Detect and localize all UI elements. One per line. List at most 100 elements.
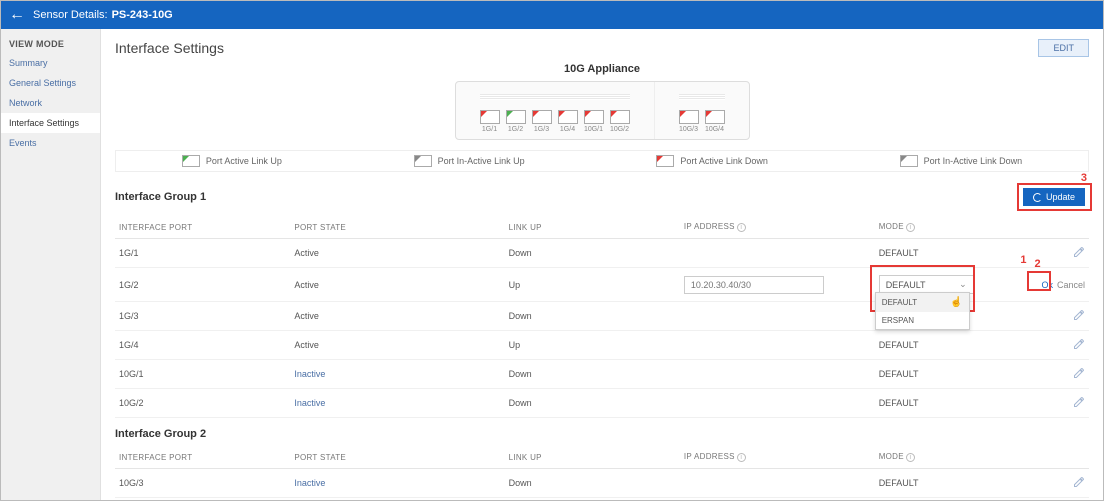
cell-state: Inactive [290, 360, 504, 389]
update-button[interactable]: Update [1023, 188, 1085, 206]
th-mode: MODEi [875, 446, 1031, 469]
cell-ip [680, 498, 875, 501]
cell-ip [680, 389, 875, 418]
cell-actions [1031, 360, 1089, 389]
dropdown-option[interactable]: ERSPAN [876, 312, 969, 329]
cell-port: 10G/3 [115, 469, 290, 498]
cell-actions [1031, 302, 1089, 331]
port-icon [656, 155, 674, 167]
th-mode: MODEi [875, 216, 1031, 239]
th-port: INTERFACE PORT [115, 216, 290, 239]
cell-mode: DEFAULT [875, 498, 1031, 501]
cell-state: Active [290, 331, 504, 360]
table-row: 1G/2 Active UpDEFAULT⌄DEFAULT☝ERSPAN1OkC… [115, 268, 1089, 302]
port-item: 10G/3 [679, 110, 699, 133]
port-label: 1G/4 [558, 126, 578, 133]
cell-port: 10G/4 [115, 498, 290, 501]
table-row: 1G/1 Active DownDEFAULT [115, 239, 1089, 268]
port-label: 10G/1 [584, 126, 604, 133]
sidebar-item-general-settings[interactable]: General Settings [1, 73, 100, 93]
cell-ip [680, 302, 875, 331]
edit-row-icon[interactable] [1073, 476, 1085, 488]
cell-link: Down [505, 469, 680, 498]
cell-link: Up [505, 268, 680, 302]
cell-ip [680, 268, 875, 302]
th-link: LINK UP [505, 446, 680, 469]
ip-input[interactable] [684, 276, 824, 294]
page-title: Interface Settings [115, 40, 224, 56]
edit-row-icon[interactable] [1073, 396, 1085, 408]
group2-table: INTERFACE PORT PORT STATE LINK UP IP ADD… [115, 446, 1089, 500]
table-row: 10G/2 Inactive DownDEFAULT [115, 389, 1089, 418]
cell-state: Active [290, 268, 504, 302]
callout-2-number: 2 [1035, 258, 1041, 270]
sidebar-item-events[interactable]: Events [1, 133, 100, 153]
info-icon: i [906, 223, 915, 232]
table-row: 10G/4 Inactive Up DEFAULT [115, 498, 1089, 501]
group1-table: INTERFACE PORT PORT STATE LINK UP IP ADD… [115, 216, 1089, 418]
cell-state: Active [290, 302, 504, 331]
back-arrow-icon[interactable]: ← [9, 6, 25, 24]
port-icon [584, 110, 604, 124]
cell-actions: OkCancel2 [1031, 268, 1089, 302]
sidebar-item-network[interactable]: Network [1, 93, 100, 113]
cell-port: 1G/4 [115, 331, 290, 360]
port-icon [610, 110, 630, 124]
port-item: 10G/4 [705, 110, 725, 133]
table-row: 10G/3 Inactive Down DEFAULT [115, 469, 1089, 498]
top-bar: ← Sensor Details: PS-243-10G [1, 1, 1103, 29]
info-icon: i [737, 453, 746, 462]
table-row: 10G/1 Inactive DownDEFAULT [115, 360, 1089, 389]
ok-link[interactable]: Ok [1041, 280, 1053, 290]
legend-label: Port In-Active Link Down [924, 156, 1023, 166]
cell-mode: DEFAULT [875, 389, 1031, 418]
cell-ip [680, 331, 875, 360]
legend-item: Port Active Link Down [656, 155, 768, 167]
port-item: 10G/1 [584, 110, 604, 133]
cell-port: 1G/2 [115, 268, 290, 302]
cell-port: 10G/2 [115, 389, 290, 418]
th-ip: IP ADDRESSi [680, 216, 875, 239]
legend-bar: Port Active Link UpPort In-Active Link U… [115, 150, 1089, 172]
cell-actions [1031, 331, 1089, 360]
cancel-link[interactable]: Cancel [1057, 280, 1085, 290]
port-icon [414, 155, 432, 167]
port-item: 1G/4 [558, 110, 578, 133]
edit-row-icon[interactable] [1073, 246, 1085, 258]
port-item: 1G/1 [480, 110, 500, 133]
sidebar-item-summary[interactable]: Summary [1, 53, 100, 73]
cell-state: Inactive [290, 389, 504, 418]
edit-button[interactable]: EDIT [1038, 39, 1089, 57]
content-area: Interface Settings EDIT 10G Appliance 1G… [101, 29, 1103, 500]
mode-dropdown[interactable]: DEFAULT☝ERSPAN [875, 292, 970, 330]
dropdown-option[interactable]: DEFAULT☝ [876, 293, 969, 312]
topbar-label: Sensor Details: [33, 9, 108, 21]
cell-state: Active [290, 239, 504, 268]
port-label: 10G/2 [610, 126, 630, 133]
cell-actions [1031, 498, 1089, 501]
edit-row-icon[interactable] [1073, 367, 1085, 379]
port-item: 1G/3 [532, 110, 552, 133]
cell-state: Inactive [290, 498, 504, 501]
cell-state: Inactive [290, 469, 504, 498]
th-link: LINK UP [505, 216, 680, 239]
appliance-diagram: 10G Appliance 1G/1 1G/2 1G/3 1G/4 10G/1 10G/2… [115, 63, 1089, 140]
cell-ip [680, 360, 875, 389]
cell-mode: DEFAULT [875, 239, 1031, 268]
port-label: 10G/4 [705, 126, 725, 133]
port-label: 1G/1 [480, 126, 500, 133]
appliance-title: 10G Appliance [115, 63, 1089, 75]
port-item: 1G/2 [506, 110, 526, 133]
cell-mode: DEFAULT [875, 469, 1031, 498]
edit-row-icon[interactable] [1073, 309, 1085, 321]
legend-label: Port Active Link Down [680, 156, 768, 166]
sidebar-item-interface-settings[interactable]: Interface Settings [1, 113, 100, 133]
cell-actions [1031, 469, 1089, 498]
cell-link: Down [505, 239, 680, 268]
edit-row-icon[interactable] [1073, 338, 1085, 350]
th-ip: IP ADDRESSi [680, 446, 875, 469]
port-icon [558, 110, 578, 124]
update-button-label: Update [1046, 192, 1075, 202]
cell-link: Down [505, 302, 680, 331]
group1-title: Interface Group 1 [115, 191, 206, 203]
